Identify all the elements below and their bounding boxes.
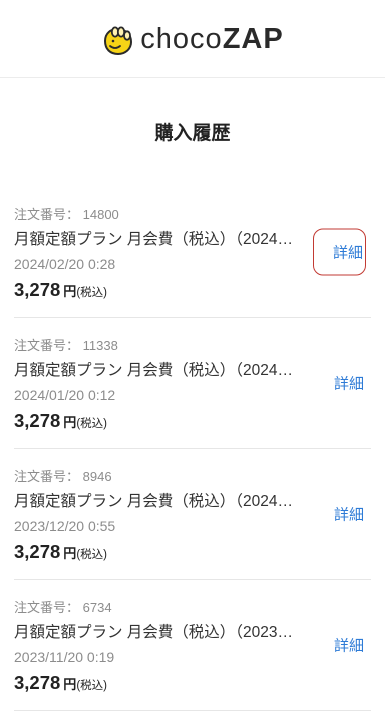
page-title: 購入履歴 — [154, 123, 231, 144]
product-name: 月額定額プラン 月会費（税込）（2024… — [14, 231, 294, 248]
price: 3,278 円(税込) — [14, 539, 371, 564]
purchase-history-list: 注文番号： 14800 月額定額プラン 月会費（税込）（2024… 2024/0… — [14, 187, 371, 711]
order-number: 注文番号： 14800 — [14, 202, 371, 227]
order-number-value: 14800 — [82, 207, 119, 222]
price-amount: 3,278 — [14, 672, 61, 693]
logo-wordmark-zap: ZAP — [222, 23, 284, 55]
details-link-label[interactable]: 詳細 — [333, 242, 363, 263]
details-link-label[interactable]: 詳細 — [334, 373, 364, 394]
details-link[interactable]: 詳細 — [313, 228, 366, 276]
price: 3,278 円(税込) — [14, 670, 371, 695]
order-number: 注文番号： 11338 — [14, 333, 371, 358]
purchase-item: 注文番号： 11338 月額定額プラン 月会費（税込）（2024… 2024/0… — [14, 318, 371, 449]
price-currency: 円 — [63, 284, 77, 299]
order-number-value: 6734 — [82, 600, 112, 615]
purchase-item: 注文番号： 6734 月額定額プラン 月会費（税込）（2023… 2023/11… — [14, 580, 371, 711]
product-name: 月額定額プラン 月会費（税込）（2023… — [14, 624, 294, 641]
price-currency: 円 — [63, 415, 77, 430]
logo-wordmark-choco: choco — [140, 23, 223, 55]
price-amount: 3,278 — [14, 410, 61, 431]
purchase-item: 注文番号： 14800 月額定額プラン 月会費（税込）（2024… 2024/0… — [14, 187, 371, 318]
order-number-value: 8946 — [82, 469, 112, 484]
price-tax-note: (税込) — [76, 549, 107, 561]
logo-wordmark: chocoZAP — [140, 25, 283, 54]
price-tax-note: (税込) — [76, 287, 107, 299]
order-number: 注文番号： 8946 — [14, 464, 371, 489]
price-tax-note: (税込) — [76, 418, 107, 430]
chocozap-hand-icon — [104, 26, 133, 55]
purchase-item: 注文番号： 8946 月額定額プラン 月会費（税込）（2024… 2023/12… — [14, 449, 371, 580]
price-currency: 円 — [63, 546, 77, 561]
order-number-label: 注文番号： — [14, 469, 80, 484]
details-link[interactable]: 詳細 — [313, 622, 366, 669]
details-link[interactable]: 詳細 — [313, 491, 366, 538]
details-link-label[interactable]: 詳細 — [334, 635, 364, 656]
details-link[interactable]: 詳細 — [313, 360, 366, 407]
price: 3,278 円(税込) — [14, 408, 371, 433]
price: 3,278 円(税込) — [14, 277, 371, 302]
order-number-label: 注文番号： — [14, 207, 80, 222]
price-amount: 3,278 — [14, 279, 61, 300]
order-number-label: 注文番号： — [14, 600, 80, 615]
price-amount: 3,278 — [14, 541, 61, 562]
order-number: 注文番号： 6734 — [14, 595, 371, 620]
app-header: chocoZAP — [0, 0, 385, 78]
product-name: 月額定額プラン 月会費（税込）（2024… — [14, 362, 294, 379]
price-tax-note: (税込) — [76, 680, 107, 692]
product-name: 月額定額プラン 月会費（税込）（2024… — [14, 493, 294, 510]
price-currency: 円 — [63, 677, 77, 692]
details-link-label[interactable]: 詳細 — [334, 504, 364, 525]
order-number-label: 注文番号： — [14, 338, 80, 353]
order-number-value: 11338 — [82, 338, 118, 353]
chocozap-logo[interactable]: chocoZAP — [101, 24, 283, 56]
